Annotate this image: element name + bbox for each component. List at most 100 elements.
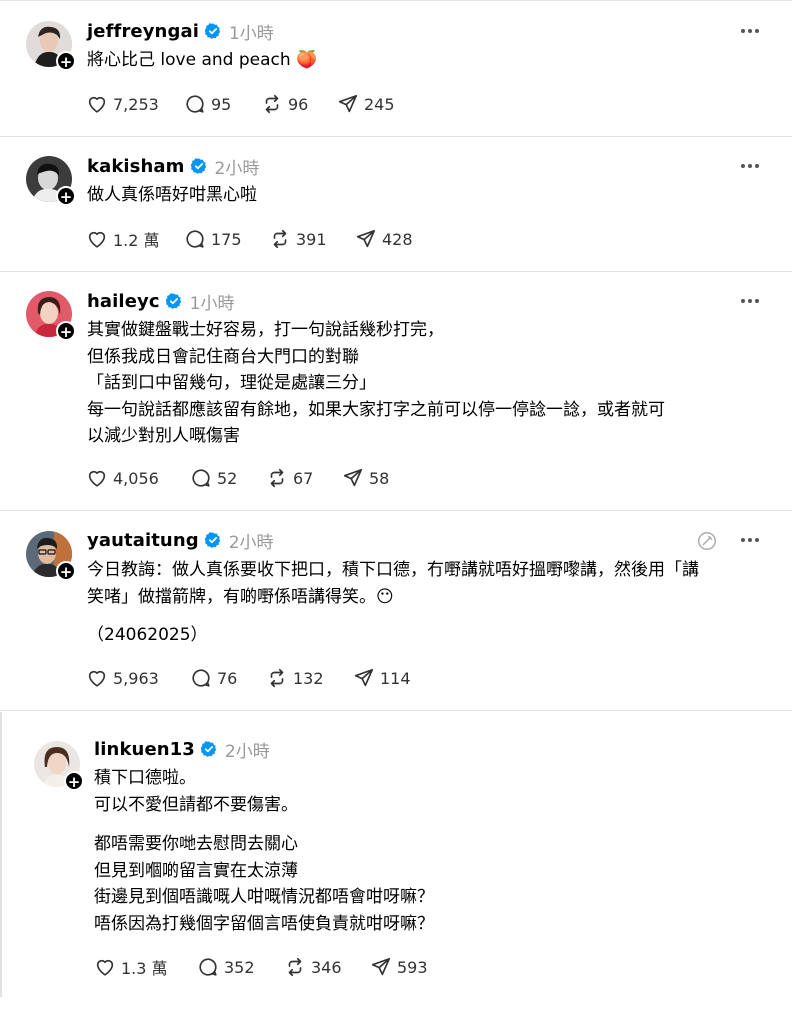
verified-badge-icon — [165, 293, 181, 309]
username[interactable]: linkuen13 — [94, 739, 195, 760]
repost-icon — [270, 668, 284, 688]
like-count: 1.3 萬 — [121, 959, 168, 978]
share-count: 58 — [369, 468, 390, 488]
post-actions: 4,056 52 67 58 — [86, 465, 389, 491]
repost-icon — [270, 468, 284, 488]
post-time: 2小時 — [214, 158, 260, 179]
repost-count: 132 — [293, 668, 324, 688]
reply-button[interactable]: 76 — [190, 667, 266, 689]
post-text: 今日教誨：做人真係要收下把口，積下口德，冇嘢講就唔好搵嘢嚟講，然後用「講 笑啫」… — [87, 560, 699, 607]
post-kakisham: + kakisham 2小時 做人真係唔好咁黑心啦 1.2 萬 175 391 … — [0, 136, 792, 272]
heart-icon — [88, 231, 106, 248]
post-text: 積下口德啦。 可以不愛但請都不要傷害。 — [94, 768, 298, 815]
like-button[interactable]: 5,963 — [86, 667, 190, 689]
follow-plus-icon[interactable]: + — [56, 561, 76, 581]
repost-button[interactable]: 132 — [266, 667, 353, 689]
heart-icon — [88, 470, 106, 487]
more-options-icon[interactable] — [738, 19, 762, 43]
comment-icon — [186, 230, 204, 248]
send-icon — [354, 668, 374, 687]
like-count: 4,056 — [113, 468, 159, 488]
avatar[interactable]: + — [26, 21, 76, 71]
reply-count: 352 — [224, 957, 255, 977]
post-haileyc: + haileyc 1小時 其實做鍵盤戰士好容易，打一句說話幾秒打完， 但係我成… — [0, 271, 792, 511]
comment-icon — [199, 958, 217, 976]
share-count: 593 — [397, 957, 428, 977]
like-count: 5,963 — [113, 668, 159, 688]
comment-icon — [186, 95, 204, 113]
more-options-icon[interactable] — [738, 289, 762, 313]
reply-count: 52 — [217, 468, 238, 488]
repost-button[interactable]: 67 — [266, 467, 342, 489]
post-linkuen13: + linkuen13 2小時 積下口德啦。 可以不愛但請都不要傷害。 都唔需要… — [0, 711, 792, 1001]
verified-badge-icon — [204, 532, 220, 548]
send-icon — [343, 468, 363, 487]
post-text-continued: 都唔需要你哋去慰問去關心 但見到嗰啲留言實在太涼薄 街邊見到個唔識嘅人咁嘅情況都… — [94, 834, 434, 934]
repost-count: 96 — [288, 94, 309, 114]
reply-button[interactable]: 175 — [184, 228, 269, 250]
reply-count: 175 — [211, 229, 242, 249]
share-button[interactable]: 58 — [342, 467, 389, 489]
repost-icon — [273, 229, 287, 249]
post-actions: 1.2 萬 175 391 428 — [86, 226, 413, 252]
edited-icon[interactable] — [696, 530, 718, 552]
repost-button[interactable]: 391 — [269, 228, 355, 250]
repost-count: 346 — [311, 957, 342, 977]
heart-icon — [88, 670, 106, 687]
reply-count: 95 — [211, 94, 232, 114]
post-jeffreyngai: + jeffreyngai 1小時 將心比己 love and peach 🍑 … — [0, 0, 792, 137]
username[interactable]: jeffreyngai — [87, 21, 199, 42]
heart-icon — [88, 96, 106, 113]
comment-icon — [192, 469, 210, 487]
post-time: 1小時 — [189, 293, 235, 314]
repost-icon — [265, 94, 279, 114]
follow-plus-icon[interactable]: + — [56, 51, 76, 71]
share-button[interactable]: 593 — [370, 956, 428, 978]
avatar[interactable]: + — [26, 156, 76, 206]
send-icon — [338, 94, 358, 113]
like-button[interactable]: 1.3 萬 — [94, 955, 197, 979]
repost-count: 67 — [293, 468, 314, 488]
like-button[interactable]: 1.2 萬 — [86, 227, 184, 251]
reply-count: 76 — [217, 668, 238, 688]
reply-button[interactable]: 52 — [190, 467, 266, 489]
username[interactable]: kakisham — [87, 156, 185, 177]
username[interactable]: yautaitung — [87, 530, 199, 551]
post-text: 其實做鍵盤戰士好容易，打一句說話幾秒打完， 但係我成日會記住商台大門口的對聯 「… — [87, 320, 665, 446]
post-yautaitung: + yautaitung 2小時 今日教誨：做人真係要收下把口，積下口德，冇嘢講… — [0, 510, 792, 711]
post-time: 2小時 — [228, 532, 274, 553]
post-header: kakisham 2小時 — [87, 153, 259, 179]
username[interactable]: haileyc — [87, 291, 160, 312]
follow-plus-icon[interactable]: + — [56, 186, 76, 206]
repost-button[interactable]: 346 — [284, 956, 370, 978]
avatar[interactable]: + — [34, 741, 84, 791]
comment-icon — [192, 669, 210, 687]
more-options-icon[interactable] — [738, 528, 762, 552]
like-button[interactable]: 4,056 — [86, 467, 190, 489]
repost-button[interactable]: 96 — [261, 93, 337, 115]
reply-button[interactable]: 95 — [184, 93, 261, 115]
post-actions: 5,963 76 132 114 — [86, 665, 411, 691]
post-actions: 1.3 萬 352 346 593 — [94, 954, 428, 980]
avatar[interactable]: + — [26, 291, 76, 341]
post-time: 1小時 — [228, 23, 274, 44]
like-count: 1.2 萬 — [113, 231, 160, 250]
verified-badge-icon — [204, 23, 221, 39]
repost-count: 391 — [296, 229, 327, 249]
share-button[interactable]: 428 — [355, 228, 413, 250]
more-options-icon[interactable] — [738, 154, 762, 178]
share-count: 428 — [382, 229, 413, 249]
like-button[interactable]: 7,253 — [86, 93, 184, 115]
send-icon — [371, 957, 391, 976]
post-header: haileyc 1小時 — [87, 288, 234, 314]
reply-button[interactable]: 352 — [197, 956, 284, 978]
share-count: 114 — [380, 668, 411, 688]
verified-badge-icon — [190, 158, 206, 174]
share-button[interactable]: 245 — [337, 93, 395, 115]
follow-plus-icon[interactable]: + — [64, 771, 84, 791]
share-button[interactable]: 114 — [353, 667, 411, 689]
post-text: 做人真係唔好咁黑心啦 — [87, 185, 257, 205]
follow-plus-icon[interactable]: + — [56, 321, 76, 341]
share-count: 245 — [364, 94, 395, 114]
avatar[interactable]: + — [26, 531, 76, 581]
